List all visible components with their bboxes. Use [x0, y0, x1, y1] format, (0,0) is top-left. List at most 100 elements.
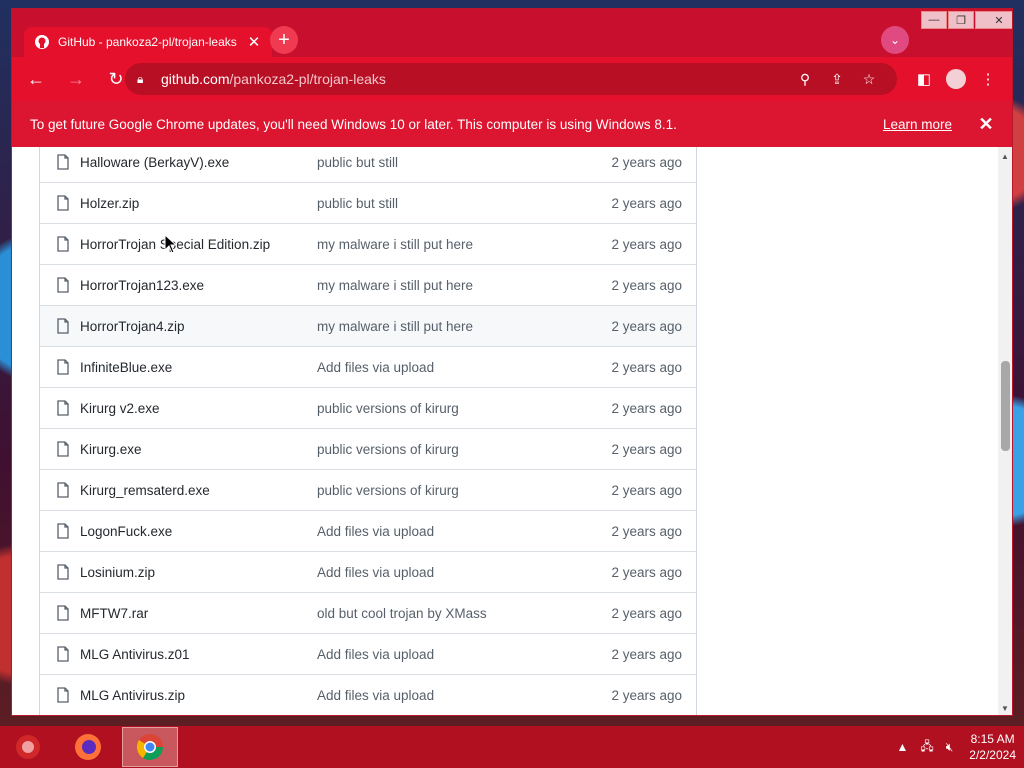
lock-icon: 🔒︎: [137, 71, 144, 86]
commit-message-link[interactable]: old but cool trojan by XMass: [317, 606, 557, 621]
file-icon: [40, 646, 80, 662]
menu-kebab-icon[interactable]: ⋮: [972, 63, 1004, 95]
file-row[interactable]: HorrorTrojan4.zip my malware i still put …: [40, 305, 696, 346]
title-bar: GitHub - pankoza2-pl/trojan-leaks ✕ + ⌄ …: [12, 9, 1012, 57]
back-button[interactable]: ←: [20, 63, 52, 95]
learn-more-link[interactable]: Learn more: [883, 117, 952, 132]
file-list: Halloware (BerkayV).exe public but still 2…: [39, 147, 697, 715]
file-row[interactable]: Holzer.zip public but still 2 years ago: [40, 182, 696, 223]
share-icon[interactable]: ⇪: [821, 71, 853, 88]
start-button[interactable]: [8, 727, 48, 767]
commit-message-link[interactable]: Add files via upload: [317, 360, 557, 375]
file-name-link[interactable]: HorrorTrojan123.exe: [80, 278, 317, 293]
url-text: github.com/pankoza2-pl/trojan-leaks: [161, 71, 386, 87]
file-name-link[interactable]: MFTW7.rar: [80, 606, 317, 621]
window-controls: — ❐ ✕: [920, 11, 1012, 29]
file-row[interactable]: HorrorTrojan Special Edition.zip my malwa…: [40, 223, 696, 264]
profile-avatar[interactable]: [946, 69, 966, 89]
file-row[interactable]: HorrorTrojan123.exe my malware i still pu…: [40, 264, 696, 305]
file-icon: [40, 687, 80, 703]
volume-muted-icon[interactable]: 🔇︎: [946, 740, 954, 755]
clock-time: 8:15 AM: [970, 732, 1015, 746]
file-icon: [40, 195, 80, 211]
file-row[interactable]: LogonFuck.exe Add files via upload 2 years…: [40, 510, 696, 551]
scroll-up-arrow-icon[interactable]: ▲: [998, 149, 1012, 163]
tray-overflow-icon[interactable]: ▲: [896, 740, 908, 754]
infobar-close-icon[interactable]: ✕: [976, 114, 996, 135]
address-bar[interactable]: 🔒︎ github.com/pankoza2-pl/trojan-leaks ⚲…: [125, 63, 897, 95]
tab-close-icon[interactable]: ✕: [246, 33, 262, 51]
file-icon: [40, 359, 80, 375]
commit-message-link[interactable]: Add files via upload: [317, 565, 557, 580]
forward-button[interactable]: →: [60, 63, 92, 95]
commit-message-link[interactable]: Add files via upload: [317, 524, 557, 539]
file-name-link[interactable]: HorrorTrojan4.zip: [80, 319, 317, 334]
taskbar-clock[interactable]: 8:15 AM 2/2/2024: [969, 731, 1016, 763]
zoom-search-icon[interactable]: ⚲: [789, 71, 821, 88]
commit-message-link[interactable]: public versions of kirurg: [317, 401, 557, 416]
commit-message-link[interactable]: my malware i still put here: [317, 319, 557, 334]
commit-message-link[interactable]: my malware i still put here: [317, 278, 557, 293]
file-icon: [40, 154, 80, 170]
clock-date: 2/2/2024: [969, 748, 1016, 762]
file-row[interactable]: Kirurg v2.exe public versions of kirurg 2 …: [40, 387, 696, 428]
file-name-link[interactable]: Holzer.zip: [80, 196, 317, 211]
file-name-link[interactable]: LogonFuck.exe: [80, 524, 317, 539]
commit-message-link[interactable]: my malware i still put here: [317, 237, 557, 252]
commit-age: 2 years ago: [611, 154, 682, 170]
taskbar-chrome-icon[interactable]: [122, 727, 178, 767]
taskbar-firefox-icon[interactable]: [60, 727, 116, 767]
close-window-button[interactable]: ✕: [975, 11, 1012, 29]
file-name-link[interactable]: Kirurg_remsaterd.exe: [80, 483, 317, 498]
commit-message-link[interactable]: public versions of kirurg: [317, 442, 557, 457]
file-name-link[interactable]: MLG Antivirus.z01: [80, 647, 317, 662]
new-tab-button[interactable]: +: [270, 26, 298, 54]
file-name-link[interactable]: Kirurg v2.exe: [80, 401, 317, 416]
commit-message-link[interactable]: public but still: [317, 155, 557, 170]
file-name-link[interactable]: InfiniteBlue.exe: [80, 360, 317, 375]
network-icon[interactable]: 🖧︎: [920, 737, 933, 758]
github-icon: [34, 34, 50, 50]
file-row[interactable]: Halloware (BerkayV).exe public but still 2…: [40, 147, 696, 182]
file-row[interactable]: MLG Antivirus.z01 Add files via upload 2 y…: [40, 633, 696, 674]
commit-message-link[interactable]: Add files via upload: [317, 647, 557, 662]
commit-age: 2 years ago: [611, 195, 682, 211]
infobar-message: To get future Google Chrome updates, you…: [30, 116, 677, 132]
commit-message-link[interactable]: Add files via upload: [317, 688, 557, 703]
file-row[interactable]: MFTW7.rar old but cool trojan by XMass 2 y…: [40, 592, 696, 633]
file-icon: [40, 236, 80, 252]
file-row[interactable]: Kirurg_remsaterd.exe public versions of k…: [40, 469, 696, 510]
scroll-thumb[interactable]: [1001, 361, 1010, 451]
commit-message-link[interactable]: public versions of kirurg: [317, 483, 557, 498]
commit-age: 2 years ago: [611, 359, 682, 375]
commit-age: 2 years ago: [611, 236, 682, 252]
file-name-link[interactable]: Kirurg.exe: [80, 442, 317, 457]
commit-age: 2 years ago: [611, 318, 682, 334]
file-name-link[interactable]: MLG Antivirus.zip: [80, 688, 317, 703]
tab-github[interactable]: GitHub - pankoza2-pl/trojan-leaks ✕: [24, 27, 272, 57]
bookmark-star-icon[interactable]: ☆: [853, 71, 885, 88]
file-row[interactable]: InfiniteBlue.exe Add files via upload 2 ye…: [40, 346, 696, 387]
scroll-down-arrow-icon[interactable]: ▼: [998, 701, 1012, 715]
tab-title: GitHub - pankoza2-pl/trojan-leaks: [58, 35, 237, 49]
file-row[interactable]: MLG Antivirus.zip Add files via upload 2 y…: [40, 674, 696, 715]
file-icon: [40, 482, 80, 498]
maximize-button[interactable]: ❐: [948, 11, 974, 29]
commit-age: 2 years ago: [611, 564, 682, 580]
commit-message-link[interactable]: public but still: [317, 196, 557, 211]
file-row[interactable]: Losinium.zip Add files via upload 2 years …: [40, 551, 696, 592]
minimize-button[interactable]: —: [921, 11, 947, 29]
side-panel-icon[interactable]: ◧: [908, 63, 940, 95]
file-name-link[interactable]: Losinium.zip: [80, 565, 317, 580]
windows-taskbar: ▲ 🖧︎ 🔇︎ 8:15 AM 2/2/2024: [0, 726, 1024, 768]
file-row[interactable]: Kirurg.exe public versions of kirurg 2 yea…: [40, 428, 696, 469]
file-name-link[interactable]: HorrorTrojan Special Edition.zip: [80, 237, 317, 252]
page-scrollbar[interactable]: ▲ ▼: [998, 147, 1012, 715]
file-icon: [40, 318, 80, 334]
tab-search-button[interactable]: ⌄: [881, 26, 909, 54]
commit-age: 2 years ago: [611, 646, 682, 662]
file-name-link[interactable]: Halloware (BerkayV).exe: [80, 155, 317, 170]
file-icon: [40, 605, 80, 621]
commit-age: 2 years ago: [611, 687, 682, 703]
commit-age: 2 years ago: [611, 400, 682, 416]
